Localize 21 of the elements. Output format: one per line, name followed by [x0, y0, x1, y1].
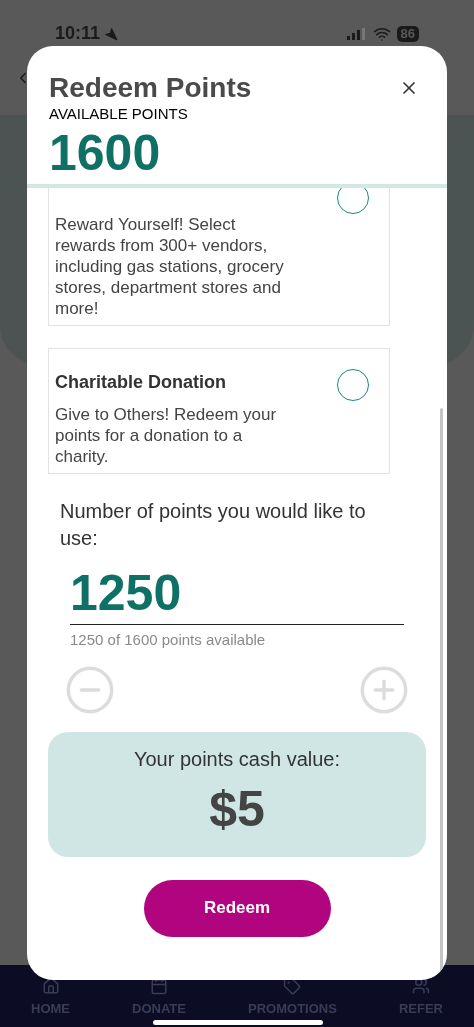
battery-indicator: 86	[396, 25, 419, 42]
points-prompt: Number of points you would like to use:	[60, 499, 367, 551]
cash-value-label: Your points cash value:	[133, 746, 341, 772]
status-time: 10:11	[55, 22, 101, 45]
modal-title: Redeem Points	[49, 72, 252, 104]
cash-value-amount: $5	[209, 779, 265, 838]
tab-icon[interactable]	[283, 977, 302, 995]
available-points-value: 1600	[49, 124, 162, 182]
reward-option-card[interactable]: Charitable Donation Give to Others! Redeem your points for a donation to a charity.	[48, 348, 390, 474]
signal-icon	[346, 27, 367, 40]
tab-icon[interactable]	[41, 977, 60, 995]
option-description: Give to Others! Redeem your points for a donation to a charity.	[55, 404, 278, 467]
reward-option-card[interactable]: Reward Yourself! Select rewards from 300+ vendors, including gas stations, grocery stores, department stores and more!	[48, 188, 390, 326]
redeem-button[interactable]: Redeem	[143, 879, 331, 937]
location-icon	[104, 26, 119, 41]
points-input[interactable]: 1250	[70, 564, 404, 625]
tab-icon[interactable]	[411, 977, 430, 995]
option-description: Reward Yourself! Select rewards from 300+ vendors, including gas stations, grocery stores, department stores and more!	[55, 214, 285, 319]
points-hint: 1250 of 1600 points available	[70, 630, 267, 650]
option-title: Charitable Donation	[55, 371, 227, 394]
available-points-label: AVAILABLE POINTS	[49, 104, 189, 124]
